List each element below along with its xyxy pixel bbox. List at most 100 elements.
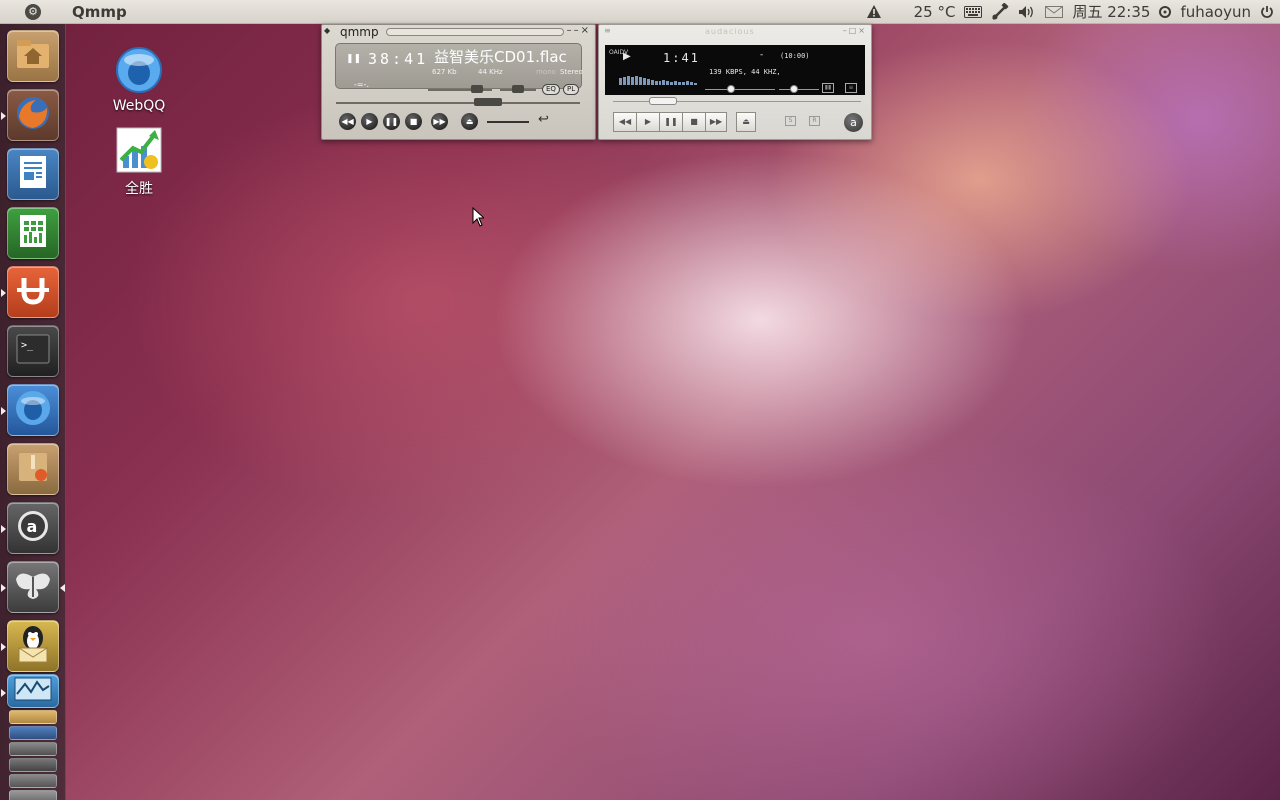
launcher-ubuntu-one[interactable] (1, 266, 59, 318)
launcher-amarok[interactable]: a (1, 502, 59, 554)
next-button[interactable]: ▶▶ (705, 112, 727, 132)
visualization[interactable]: -=-. (354, 80, 369, 89)
launcher-qq-mail[interactable] (1, 620, 59, 672)
desktop-icon-webqq[interactable]: WebQQ (99, 46, 179, 114)
power-icon[interactable] (1260, 2, 1274, 22)
playlist-toggle[interactable]: ≡ (845, 83, 857, 93)
qmmp-time[interactable]: 38:41 (368, 50, 428, 68)
launcher-writer[interactable] (7, 148, 59, 200)
stop-button[interactable]: ■ (682, 112, 706, 132)
position-track[interactable] (336, 102, 580, 104)
launcher-software-center[interactable] (7, 443, 59, 495)
menu-icon[interactable]: ◆ (324, 26, 330, 35)
clock[interactable]: 周五 22:35 (1072, 1, 1150, 22)
previous-button[interactable]: ◀◀ (613, 112, 637, 132)
next-icon: ▶▶ (709, 117, 723, 126)
webqq-icon (115, 46, 163, 94)
running-indicator (1, 525, 6, 533)
launcher-moth-app[interactable] (1, 561, 65, 613)
launcher-system-monitor[interactable] (1, 674, 59, 708)
pause-button[interactable]: ❚❚ (659, 112, 683, 132)
shuffle-button[interactable]: S (785, 116, 796, 126)
repeat-button[interactable]: R (809, 116, 820, 126)
desktop-icon-label: 全胜 (125, 181, 153, 197)
balance-slider[interactable] (512, 85, 524, 93)
eject-icon: ⏏ (742, 117, 750, 126)
user-name[interactable]: fuhaoyun (1180, 3, 1251, 21)
moon-weather-icon[interactable] (891, 2, 905, 22)
mail-icon[interactable] (1045, 2, 1064, 22)
ubuntu-logo-icon: ⚙ (25, 3, 41, 20)
play-button[interactable]: ▶ (636, 112, 660, 132)
weather-temp[interactable]: 25 °C (914, 3, 956, 21)
pause-button[interactable]: ❚❚ (383, 113, 400, 130)
previous-icon: ◀◀ (618, 117, 632, 126)
stop-button[interactable]: ■ (405, 113, 422, 130)
shuffle-toggle[interactable] (487, 121, 529, 123)
monitor-icon (13, 676, 53, 706)
balance-track[interactable] (779, 89, 819, 90)
launcher-home-folder[interactable] (7, 30, 59, 82)
launcher-terminal[interactable]: >_ (7, 325, 59, 377)
network-icon[interactable] (991, 2, 1009, 22)
running-indicator (1, 689, 6, 697)
close-icon[interactable]: × (858, 26, 867, 35)
audacious-time[interactable]: 1:41 (663, 51, 700, 65)
eject-button[interactable]: ⏏ (461, 113, 478, 130)
launcher-firefox[interactable] (1, 89, 59, 141)
launcher-stacked-trash[interactable] (9, 790, 57, 800)
launcher-calc[interactable] (7, 207, 59, 259)
firefox-icon (14, 94, 52, 136)
svg-text:>_: >_ (21, 340, 34, 351)
desktop-icon-quansheng[interactable]: 全胜 (99, 126, 179, 198)
volume-slider[interactable] (471, 85, 483, 93)
launcher-stacked-settings[interactable] (9, 742, 57, 756)
eject-icon: ⏏ (465, 117, 474, 126)
window-buttons: –□× (843, 26, 867, 35)
running-indicator (1, 112, 6, 120)
launcher-stacked-text-editor[interactable] (9, 710, 57, 724)
bfb-button[interactable]: ⚙ (0, 0, 66, 24)
equalizer-toggle[interactable]: ▮▮ (822, 83, 834, 93)
launcher-webqq[interactable] (1, 384, 59, 436)
volume-track[interactable] (705, 89, 775, 90)
volume-slider[interactable] (727, 85, 735, 93)
eject-button[interactable]: ⏏ (736, 112, 756, 132)
folder-home-icon (15, 38, 51, 74)
minimize-icon[interactable]: – (567, 25, 574, 36)
launcher-stacked-workspaces[interactable] (9, 726, 57, 740)
running-indicator (1, 289, 6, 297)
repeat-icon[interactable]: ↩ (538, 112, 549, 127)
launcher-stacked-files[interactable] (9, 758, 57, 772)
qmmp-song-title: 益智美乐CD01.flac (434, 48, 567, 66)
calc-icon (16, 213, 50, 253)
pl-button[interactable]: PL (563, 84, 580, 95)
previous-button[interactable]: ◀◀ (339, 113, 356, 130)
position-slider[interactable] (474, 98, 502, 106)
spectrum-analyzer[interactable] (619, 75, 698, 85)
user-icon[interactable] (1159, 2, 1172, 22)
launcher-stacked-drive[interactable] (9, 774, 57, 788)
qmmp-samplerate: 44 KHz (478, 68, 503, 76)
shade-icon[interactable]: – (574, 25, 581, 36)
position-slider[interactable] (649, 97, 677, 105)
title-bar-decoration[interactable] (386, 28, 564, 36)
running-indicator (1, 584, 6, 592)
side-letters[interactable]: OAIDV (609, 49, 628, 56)
audacious-info: 139 KBPS, 44 KHZ, (709, 68, 781, 76)
volume-icon[interactable] (1018, 2, 1036, 22)
menu-icon[interactable]: ≡ (604, 26, 611, 35)
play-icon: ▶ (366, 117, 373, 126)
audacious-logo-icon[interactable]: a (844, 113, 863, 132)
moth-icon (14, 569, 52, 605)
keyboard-icon[interactable] (964, 2, 983, 22)
close-icon[interactable]: × (581, 25, 591, 36)
indicator-area: 25 °C 周五 22:35 fuhaoyun (866, 1, 1280, 22)
warning-icon[interactable] (866, 2, 882, 22)
eq-button[interactable]: EQ (542, 84, 560, 95)
running-indicator (1, 643, 6, 651)
shade-icon[interactable]: □ (849, 26, 859, 35)
play-button[interactable]: ▶ (361, 113, 378, 130)
balance-slider[interactable] (790, 85, 798, 93)
next-button[interactable]: ▶▶ (431, 113, 448, 130)
